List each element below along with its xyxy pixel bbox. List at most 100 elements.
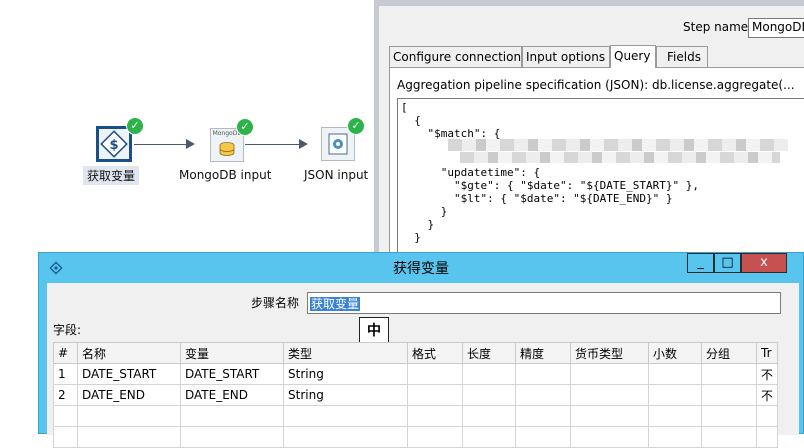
code-line: [ [401, 101, 408, 114]
table-cell[interactable] [180, 405, 284, 427]
success-check-icon: ✓ [347, 117, 365, 135]
code-line: } [401, 218, 435, 231]
table-cell[interactable] [515, 405, 571, 427]
code-line: "$lt": { "$date": "${DATE_END}" } [401, 192, 673, 205]
close-button[interactable]: x [741, 253, 787, 273]
table-cell[interactable] [701, 384, 757, 406]
code-line: } [401, 205, 448, 218]
redacted-region [460, 152, 780, 163]
table-cell[interactable] [701, 405, 757, 427]
column-header[interactable]: 货币类型 [570, 342, 649, 364]
tab-query[interactable]: Query [610, 45, 656, 68]
table-cell[interactable] [283, 405, 408, 427]
step-label-json-input: JSON input [304, 168, 369, 182]
table-cell[interactable] [407, 363, 463, 385]
step-name-label: Step name [683, 20, 749, 34]
table-cell[interactable] [755, 405, 779, 427]
column-header[interactable]: 格式 [407, 342, 463, 364]
fields-table[interactable]: # 名称 变量 类型 格式 长度 精度 货币类型 小数 分组 Tr 1 DATE… [53, 342, 779, 448]
table-cell[interactable] [515, 426, 571, 448]
table-cell[interactable] [515, 384, 571, 406]
transformation-canvas[interactable]: $ ✓ 获取变量 MongoDB ✓ MongoDB input ✓ JSON … [0, 0, 378, 252]
table-cell[interactable] [648, 384, 702, 406]
table-cell[interactable] [462, 405, 516, 427]
table-row[interactable] [53, 426, 779, 448]
table-cell[interactable]: DATE_START [180, 363, 284, 385]
table-cell[interactable] [407, 384, 463, 406]
table-row[interactable] [53, 405, 779, 427]
table-cell[interactable]: String [283, 384, 408, 406]
column-header[interactable]: 名称 [77, 342, 181, 364]
column-header[interactable]: 分组 [701, 342, 757, 364]
dialog-top-border [379, 0, 804, 6]
hop-arrowhead-icon [186, 139, 195, 149]
table-cell: 2 [53, 384, 78, 406]
table-cell[interactable]: 不 [755, 363, 779, 385]
table-row[interactable]: 1 DATE_START DATE_START String 不 [53, 363, 779, 385]
table-cell[interactable] [407, 426, 463, 448]
step-name-label: 步骤名称 [251, 296, 300, 310]
column-header[interactable]: 变量 [180, 342, 284, 364]
mongodb-input-dialog: Step name MongoDB Configure connection I… [374, 0, 804, 258]
success-check-icon: ✓ [236, 118, 254, 136]
maximize-button[interactable]: □ [714, 253, 741, 273]
table-cell[interactable] [701, 363, 757, 385]
table-row[interactable]: 2 DATE_END DATE_END String 不 [53, 384, 779, 406]
table-cell[interactable] [462, 363, 516, 385]
column-header[interactable]: 小数 [648, 342, 702, 364]
step-name-input[interactable]: 获取变量 [307, 292, 781, 314]
query-tab-panel: Aggregation pipeline specification (JSON… [389, 67, 804, 258]
column-header[interactable]: 精度 [515, 342, 571, 364]
get-variables-dialog: 获得变量 _ □ x 步骤名称 获取变量 中 字段: # 名称 变量 类型 格式 [38, 252, 804, 448]
table-cell[interactable] [462, 384, 516, 406]
table-cell[interactable] [462, 426, 516, 448]
table-cell[interactable] [407, 405, 463, 427]
table-cell[interactable] [77, 405, 181, 427]
table-cell[interactable] [515, 363, 571, 385]
pipeline-json-editor[interactable]: [ { "$match": { "updatetime": { "$gte": … [397, 98, 804, 258]
table-cell [53, 426, 78, 448]
column-header[interactable]: Tr [755, 342, 779, 364]
table-cell[interactable] [283, 426, 408, 448]
step-name-input[interactable]: MongoDB [748, 18, 804, 38]
tab-configure-connection[interactable]: Configure connection [389, 46, 522, 67]
code-line: "updatetime": { [401, 166, 541, 179]
table-cell[interactable] [648, 363, 702, 385]
code-line: "$gte": { "$date": "${DATE_START}" }, [401, 179, 700, 192]
selected-text: 获取变量 [310, 297, 361, 311]
table-cell[interactable] [570, 384, 649, 406]
step-label-get-variables: 获取变量 [83, 166, 140, 185]
table-cell [53, 405, 78, 427]
table-cell[interactable] [570, 363, 649, 385]
column-header[interactable]: 类型 [283, 342, 408, 364]
dollar-variable-icon: $ [96, 126, 132, 162]
table-cell[interactable]: DATE_START [77, 363, 181, 385]
pipeline-label: Aggregation pipeline specification (JSON… [397, 78, 795, 92]
tab-fields[interactable]: Fields [656, 46, 708, 67]
table-cell[interactable] [648, 426, 702, 448]
table-cell[interactable]: 不 [755, 384, 779, 406]
svg-text:$: $ [109, 138, 118, 153]
table-cell[interactable] [570, 405, 649, 427]
minimize-button[interactable]: _ [687, 253, 714, 273]
table-cell[interactable] [755, 426, 779, 448]
dialog-client-area: 步骤名称 获取变量 中 字段: # 名称 变量 类型 格式 长度 精度 货币类型… [47, 283, 799, 448]
table-header-row: # 名称 变量 类型 格式 长度 精度 货币类型 小数 分组 Tr [53, 342, 779, 364]
table-cell[interactable] [648, 405, 702, 427]
table-cell: 1 [53, 363, 78, 385]
step-label-mongodb-input: MongoDB input [179, 168, 272, 182]
tab-input-options[interactable]: Input options [522, 46, 610, 67]
hop-arrowhead-icon [299, 139, 308, 149]
table-cell[interactable]: String [283, 363, 408, 385]
hop-arrow[interactable] [134, 144, 190, 145]
table-cell[interactable] [570, 426, 649, 448]
redacted-region [448, 139, 788, 151]
table-cell[interactable]: DATE_END [77, 384, 181, 406]
table-cell[interactable]: DATE_END [180, 384, 284, 406]
table-cell[interactable] [701, 426, 757, 448]
table-cell[interactable] [77, 426, 181, 448]
hop-arrow[interactable] [245, 144, 303, 145]
column-header[interactable]: 长度 [462, 342, 516, 364]
column-header[interactable]: # [53, 342, 78, 364]
table-cell[interactable] [180, 426, 284, 448]
